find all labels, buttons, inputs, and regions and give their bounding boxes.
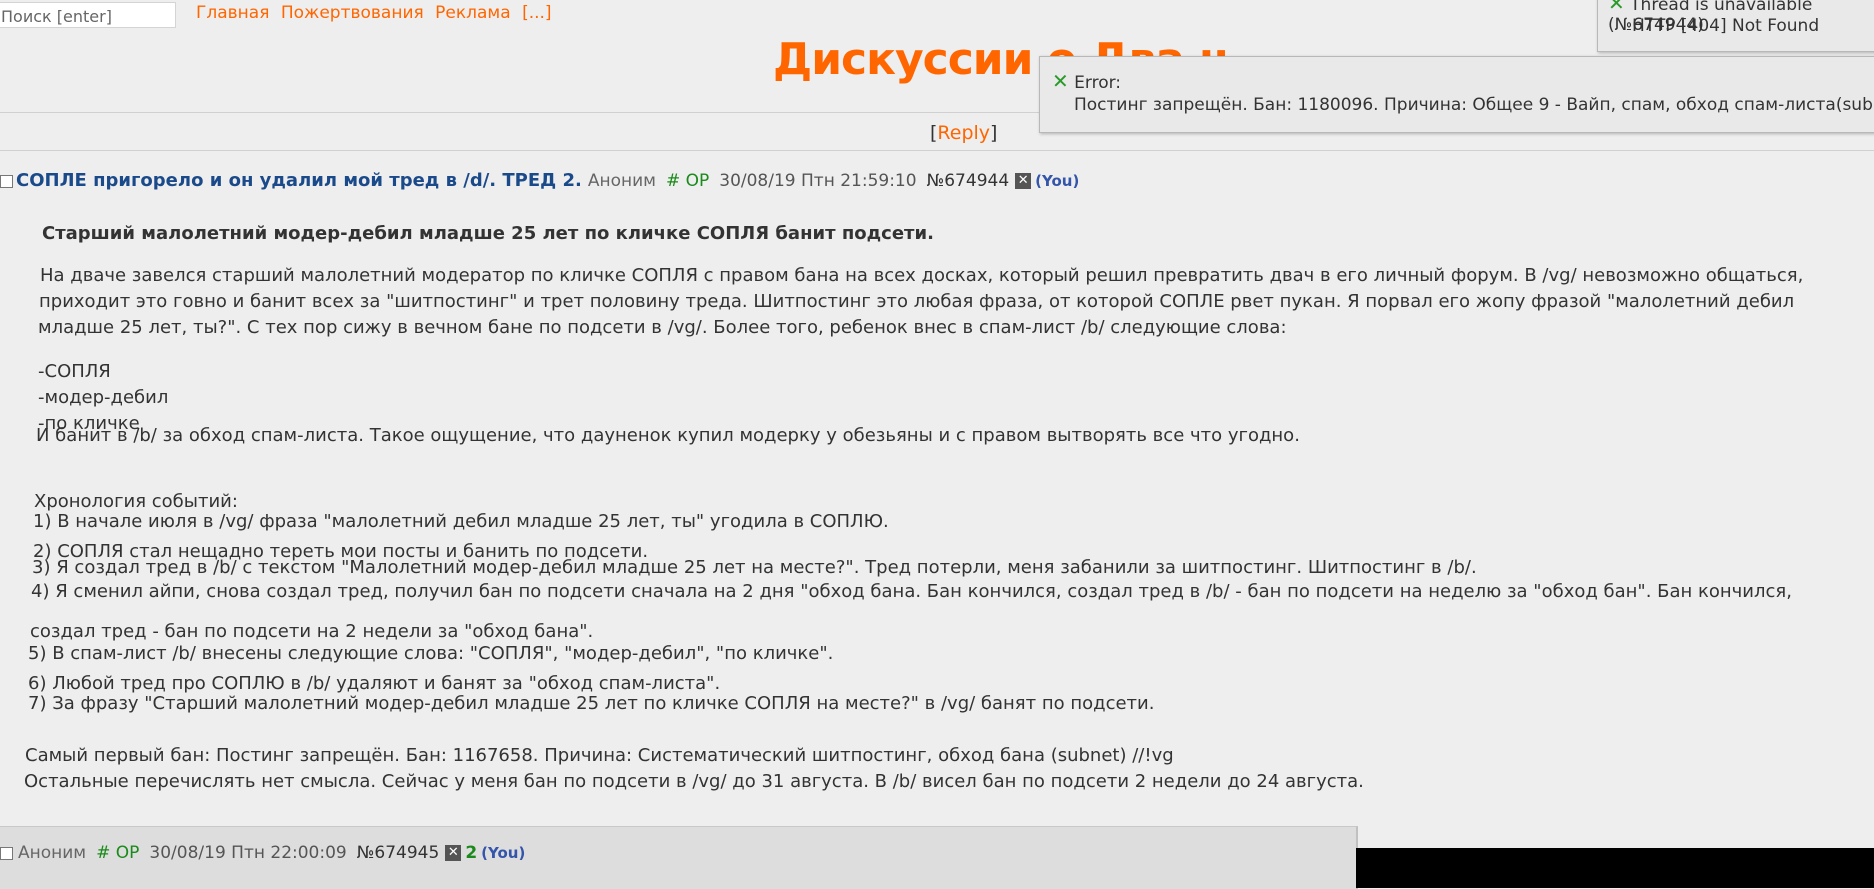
post-line: И банит в /b/ за обход спам-листа. Такое… bbox=[36, 425, 1300, 446]
post-checkbox[interactable] bbox=[0, 846, 13, 860]
post-line: 4) Я сменил айпи, снова создал тред, пол… bbox=[31, 581, 1792, 602]
post-line: На дваче завелся старший малолетний моде… bbox=[40, 265, 1804, 286]
op-tag: # OP bbox=[96, 843, 140, 863]
post-line: младше 25 лет, ты?". С тех пор сижу в ве… bbox=[38, 317, 1287, 338]
post-line: Самый первый бан: Постинг запрещён. Бан:… bbox=[25, 745, 1174, 766]
post-number[interactable]: №674945 bbox=[357, 843, 440, 863]
post-header: Аноним # OP 30/08/19 Птн 22:00:09 №674945 ✕ 2… bbox=[0, 843, 525, 863]
post-date: 30/08/19 Птн 22:00:09 bbox=[149, 843, 347, 863]
delete-icon[interactable]: ✕ bbox=[445, 845, 462, 861]
post-line: 7) За фразу "Старший малолетний модер-де… bbox=[28, 693, 1155, 714]
post-line: -модер-дебил bbox=[38, 387, 169, 408]
post-reply: Аноним # OP 30/08/19 Птн 22:00:09 №674945 ✕ 2… bbox=[0, 826, 1358, 889]
post-line: приходит это говно и банит всех за "шитп… bbox=[39, 291, 1795, 312]
post-line: создал тред - бан по подсети на 2 недели… bbox=[30, 621, 594, 642]
post-line: Остальные перечислять нет смысла. Сейчас… bbox=[24, 771, 1364, 792]
post-body: Старший малолетний модер-дебил младше 25… bbox=[0, 0, 1874, 826]
post-line: Старший малолетний модер-дебил младше 25… bbox=[42, 223, 934, 244]
you-marker: (You) bbox=[481, 844, 526, 862]
post-line: 1) В начале июля в /vg/ фраза "малолетни… bbox=[33, 511, 889, 532]
post-line: 3) Я создал тред в /b/ с текстом "Малоле… bbox=[32, 557, 1477, 578]
screen-edge bbox=[1356, 848, 1874, 888]
reply-count: 2 bbox=[465, 843, 478, 863]
post-author: Аноним bbox=[18, 843, 87, 863]
post-line: -СОПЛЯ bbox=[38, 361, 111, 382]
post-line: 5) В спам-лист /b/ внесены следующие сло… bbox=[28, 643, 834, 664]
